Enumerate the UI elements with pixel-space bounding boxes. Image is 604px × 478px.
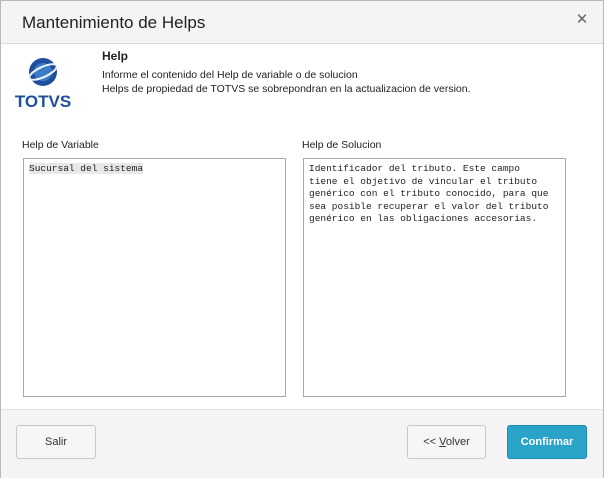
close-icon[interactable]: ✕ bbox=[573, 11, 591, 29]
help-variable-label: Help de Variable bbox=[22, 139, 99, 151]
volver-label-rest: olver bbox=[445, 436, 470, 448]
volver-accelerator: V bbox=[439, 436, 446, 448]
salir-button[interactable]: Salir bbox=[16, 425, 96, 459]
button-bar: Salir << Volver Confirmar bbox=[1, 409, 603, 478]
help-variable-textarea[interactable]: Sucursal del sistema bbox=[23, 158, 286, 397]
help-instruction-line-2: Helps de propiedad de TOTVS se sobrepond… bbox=[102, 83, 471, 95]
help-variable-text: Sucursal del sistema bbox=[29, 163, 144, 174]
totvs-logo: TOTVS bbox=[15, 58, 71, 110]
help-maintenance-dialog: Mantenimiento de Helps ✕ TOTVS Help Info… bbox=[0, 0, 604, 478]
confirmar-button[interactable]: Confirmar bbox=[507, 425, 587, 459]
help-instruction-line-1: Informe el contenido del Help de variabl… bbox=[102, 69, 358, 81]
help-heading: Help bbox=[102, 49, 129, 63]
help-solucion-label: Help de Solucion bbox=[302, 139, 382, 151]
volver-button[interactable]: << Volver bbox=[407, 425, 486, 459]
logo-wordmark: TOTVS bbox=[15, 92, 71, 110]
help-solucion-textarea[interactable]: Identificador del tributo. Este campo ti… bbox=[303, 158, 566, 397]
dialog-title: Mantenimiento de Helps bbox=[22, 13, 206, 32]
volver-prefix: << bbox=[423, 436, 440, 448]
title-bar: Mantenimiento de Helps ✕ bbox=[1, 1, 603, 44]
help-header: TOTVS Help Informe el contenido del Help… bbox=[1, 44, 603, 114]
